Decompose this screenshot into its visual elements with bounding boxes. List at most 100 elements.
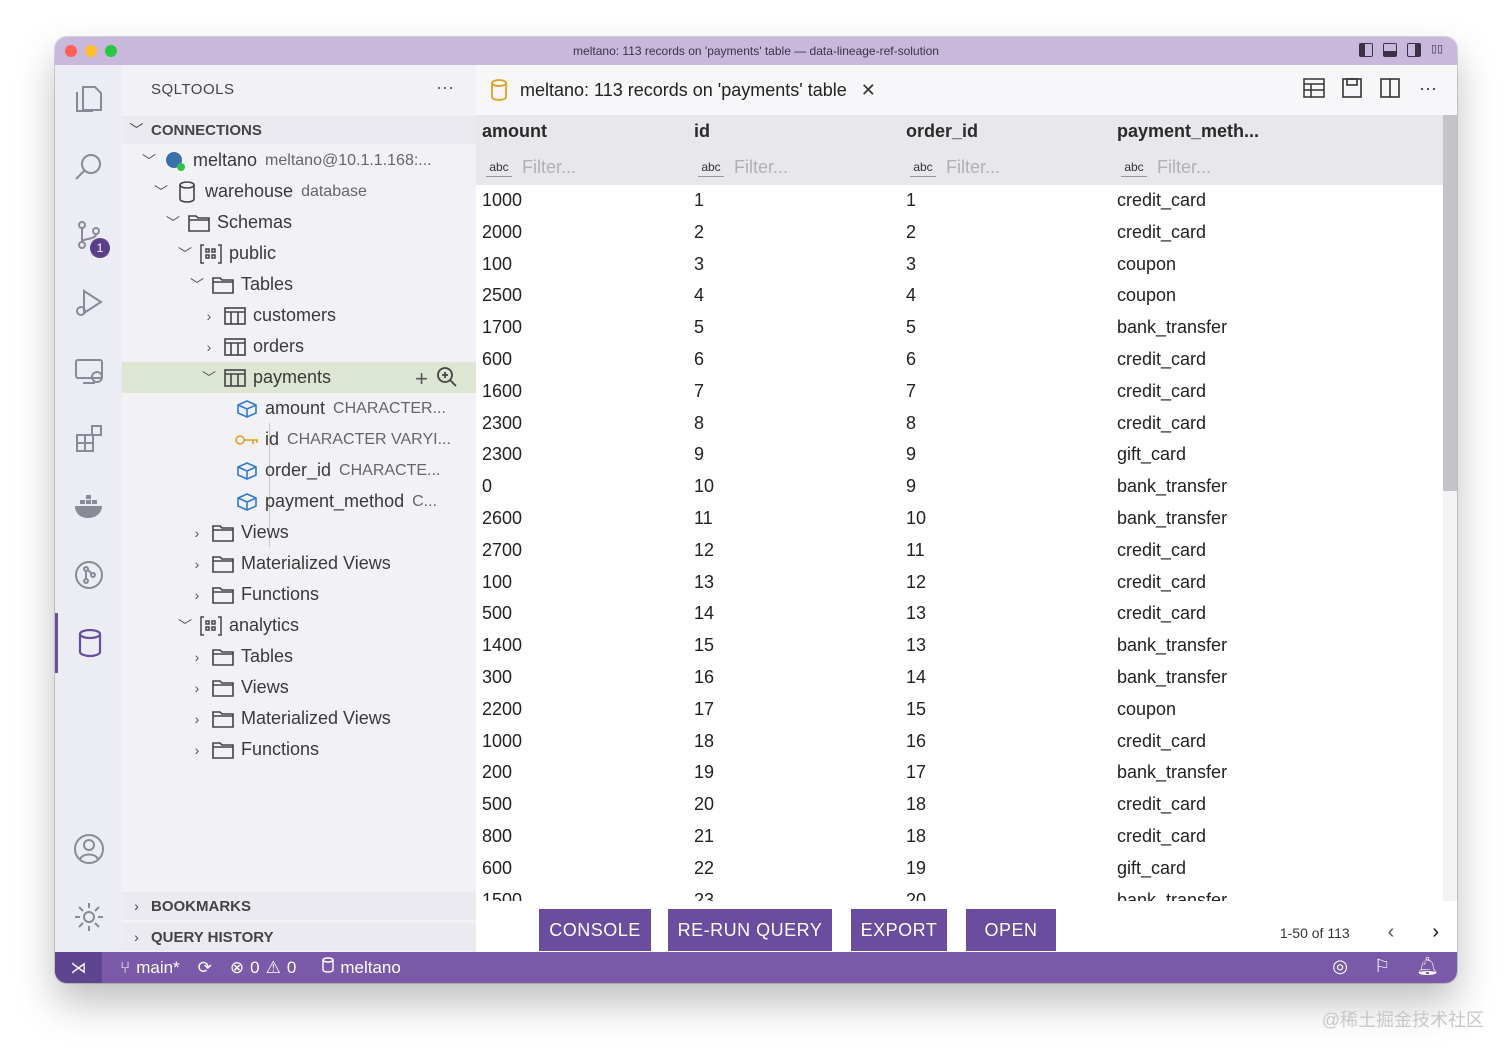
- tree-item-schema-public[interactable]: ﹀ public: [122, 238, 476, 269]
- settings-gear-icon[interactable]: [55, 887, 122, 947]
- cell-payment-method[interactable]: credit_card: [1117, 826, 1206, 847]
- previous-page-icon[interactable]: ‹: [1388, 921, 1395, 944]
- tree-item-analytics-views[interactable]: › Views: [122, 672, 476, 703]
- cell-amount[interactable]: 1600: [482, 381, 522, 402]
- rerun-query-button[interactable]: RE-RUN QUERY: [668, 909, 832, 951]
- cell-amount[interactable]: 600: [482, 858, 512, 879]
- cell-payment-method[interactable]: credit_card: [1117, 540, 1206, 561]
- table-row[interactable]: 600 22 19 gift_card: [476, 853, 1443, 885]
- cell-id[interactable]: 10: [694, 476, 714, 497]
- cell-order-id[interactable]: 10: [906, 508, 926, 529]
- cell-id[interactable]: 18: [694, 731, 714, 752]
- cell-order-id[interactable]: 9: [906, 444, 916, 465]
- cell-amount[interactable]: 1000: [482, 190, 522, 211]
- cell-id[interactable]: 20: [694, 794, 714, 815]
- cell-amount[interactable]: 2700: [482, 540, 522, 561]
- cell-order-id[interactable]: 8: [906, 413, 916, 434]
- tree-item-schema-analytics[interactable]: ﹀ analytics: [122, 610, 476, 641]
- cell-amount[interactable]: 0: [482, 476, 492, 497]
- cell-amount[interactable]: 2200: [482, 699, 522, 720]
- cell-id[interactable]: 21: [694, 826, 714, 847]
- toggle-panel-icon[interactable]: [1383, 43, 1397, 57]
- cell-payment-method[interactable]: bank_transfer: [1117, 890, 1227, 901]
- cell-id[interactable]: 1: [694, 190, 704, 211]
- cell-id[interactable]: 16: [694, 667, 714, 688]
- grid-scrollbar-thumb[interactable]: [1443, 115, 1457, 491]
- split-editor-icon[interactable]: [1379, 77, 1401, 99]
- cell-payment-method[interactable]: coupon: [1117, 254, 1176, 275]
- connections-section-header[interactable]: ﹀ CONNECTIONS: [122, 116, 476, 144]
- table-row[interactable]: 500 20 18 credit_card: [476, 789, 1443, 821]
- cell-id[interactable]: 22: [694, 858, 714, 879]
- table-row[interactable]: 200 19 17 bank_transfer: [476, 757, 1443, 789]
- cell-payment-method[interactable]: coupon: [1117, 285, 1176, 306]
- sync-indicator[interactable]: ⟳: [198, 958, 212, 978]
- tree-item-table-payments[interactable]: ﹀ payments +: [122, 362, 476, 393]
- toggle-sidebar-icon[interactable]: [1359, 43, 1373, 57]
- close-window-button[interactable]: [65, 45, 77, 57]
- cell-order-id[interactable]: 18: [906, 794, 926, 815]
- column-header-order-id[interactable]: order_id: [906, 121, 978, 142]
- table-row[interactable]: 2700 12 11 credit_card: [476, 535, 1443, 567]
- cell-amount[interactable]: 2000: [482, 222, 522, 243]
- cell-payment-method[interactable]: bank_transfer: [1117, 635, 1227, 656]
- table-row[interactable]: 2000 2 2 credit_card: [476, 217, 1443, 249]
- active-connection-indicator[interactable]: meltano: [322, 957, 401, 978]
- cell-amount[interactable]: 2600: [482, 508, 522, 529]
- cell-amount[interactable]: 500: [482, 794, 512, 815]
- cell-id[interactable]: 13: [694, 572, 714, 593]
- more-actions-icon[interactable]: ···: [1417, 77, 1439, 99]
- cell-amount[interactable]: 600: [482, 349, 512, 370]
- toggle-secondary-sidebar-icon[interactable]: [1407, 43, 1421, 57]
- filter-id[interactable]: abc Filter...: [698, 157, 788, 178]
- cell-amount[interactable]: 1500: [482, 890, 522, 901]
- filter-amount[interactable]: abc Filter...: [486, 157, 576, 178]
- tree-item-connection[interactable]: ﹀ meltano meltano@10.1.1.168:...: [122, 145, 476, 176]
- table-row[interactable]: 1400 15 13 bank_transfer: [476, 630, 1443, 662]
- search-icon[interactable]: [55, 137, 122, 197]
- cell-payment-method[interactable]: credit_card: [1117, 381, 1206, 402]
- cell-payment-method[interactable]: gift_card: [1117, 858, 1186, 879]
- account-icon[interactable]: [55, 819, 122, 879]
- cell-order-id[interactable]: 1: [906, 190, 916, 211]
- save-icon[interactable]: [1341, 77, 1363, 99]
- table-row[interactable]: 2200 17 15 coupon: [476, 694, 1443, 726]
- cell-order-id[interactable]: 15: [906, 699, 926, 720]
- column-header-id[interactable]: id: [694, 121, 710, 142]
- extensions-icon[interactable]: [55, 409, 122, 469]
- close-tab-icon[interactable]: ✕: [861, 80, 876, 101]
- filter-payment-method[interactable]: abc Filter...: [1121, 157, 1211, 178]
- tree-item-functions[interactable]: › Functions: [122, 579, 476, 610]
- table-row[interactable]: 1000 1 1 credit_card: [476, 185, 1443, 217]
- filter-order-id[interactable]: abc Filter...: [910, 157, 1000, 178]
- cell-payment-method[interactable]: bank_transfer: [1117, 476, 1227, 497]
- cell-id[interactable]: 11: [694, 508, 713, 529]
- table-row[interactable]: 0 10 9 bank_transfer: [476, 471, 1443, 503]
- tree-item-tables[interactable]: ﹀ Tables: [122, 269, 476, 300]
- cell-payment-method[interactable]: credit_card: [1117, 603, 1206, 624]
- cell-payment-method[interactable]: credit_card: [1117, 349, 1206, 370]
- remote-explorer-icon[interactable]: [55, 341, 122, 401]
- cell-payment-method[interactable]: bank_transfer: [1117, 317, 1227, 338]
- cell-order-id[interactable]: 7: [906, 381, 916, 402]
- table-row[interactable]: 2600 11 10 bank_transfer: [476, 503, 1443, 535]
- cell-order-id[interactable]: 9: [906, 476, 916, 497]
- open-button[interactable]: OPEN: [966, 909, 1056, 951]
- cell-order-id[interactable]: 4: [906, 285, 916, 306]
- database-icon[interactable]: [55, 613, 122, 673]
- cell-order-id[interactable]: 11: [906, 540, 925, 561]
- tree-item-column-amount[interactable]: amount CHARACTER...: [122, 393, 476, 424]
- git-graph-icon[interactable]: [55, 545, 122, 605]
- column-header-amount[interactable]: amount: [482, 121, 547, 142]
- table-row[interactable]: 300 16 14 bank_transfer: [476, 662, 1443, 694]
- table-view-icon[interactable]: [1303, 77, 1325, 99]
- cell-id[interactable]: 19: [694, 762, 714, 783]
- cell-id[interactable]: 7: [694, 381, 704, 402]
- tree-item-materialized-views[interactable]: › Materialized Views: [122, 548, 476, 579]
- docker-icon[interactable]: [55, 477, 122, 537]
- table-row[interactable]: 600 6 6 credit_card: [476, 344, 1443, 376]
- table-row[interactable]: 1700 5 5 bank_transfer: [476, 312, 1443, 344]
- cell-amount[interactable]: 2300: [482, 444, 522, 465]
- show-records-icon[interactable]: [436, 366, 458, 394]
- zoom-window-button[interactable]: [105, 45, 117, 57]
